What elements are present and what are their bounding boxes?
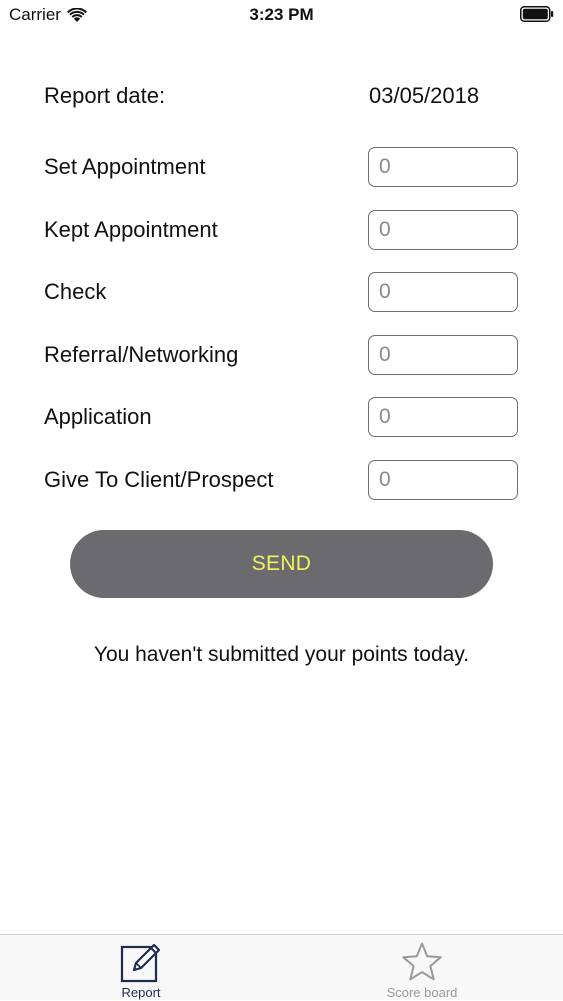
report-date-label: Report date: [44, 83, 166, 108]
tab-report[interactable]: Report [71, 935, 211, 1001]
report-date-value[interactable]: 03/05/2018 [369, 83, 479, 109]
tab-score-board[interactable]: Score board [352, 935, 492, 1001]
application-label: Application [44, 404, 152, 429]
send-button[interactable]: SEND [70, 530, 493, 598]
referral-networking-input[interactable] [368, 335, 518, 375]
field-row-referral-networking: Referral/Networking [44, 334, 520, 376]
star-icon [402, 942, 442, 981]
set-appointment-label: Set Appointment [44, 154, 206, 179]
battery-icon [520, 6, 554, 22]
check-input[interactable] [368, 272, 518, 312]
tab-bar: Report Score board [0, 934, 563, 1000]
kept-appointment-input[interactable] [368, 210, 518, 250]
field-row-give-to-client: Give To Client/Prospect [44, 459, 520, 501]
report-date-row: Report date: 03/05/2018 [44, 75, 520, 117]
field-row-application: Application [44, 396, 520, 438]
kept-appointment-label: Kept Appointment [44, 217, 218, 242]
field-row-set-appointment: Set Appointment [44, 146, 520, 188]
status-time: 3:23 PM [249, 5, 314, 24]
status-bar: Carrier 3:23 PM [0, 0, 563, 30]
field-row-check: Check [44, 271, 520, 313]
set-appointment-input[interactable] [368, 147, 518, 187]
submission-status-message: You haven't submitted your points today. [93, 643, 470, 666]
tab-report-label: Report [121, 985, 161, 1000]
tab-score-board-label: Score board [386, 985, 458, 1000]
report-edit-icon [120, 943, 161, 983]
check-label: Check [44, 279, 107, 304]
give-to-client-label: Give To Client/Prospect [44, 467, 274, 492]
referral-networking-label: Referral/Networking [44, 342, 239, 367]
give-to-client-input[interactable] [368, 460, 518, 500]
field-row-kept-appointment: Kept Appointment [44, 209, 520, 251]
application-input[interactable] [368, 397, 518, 437]
